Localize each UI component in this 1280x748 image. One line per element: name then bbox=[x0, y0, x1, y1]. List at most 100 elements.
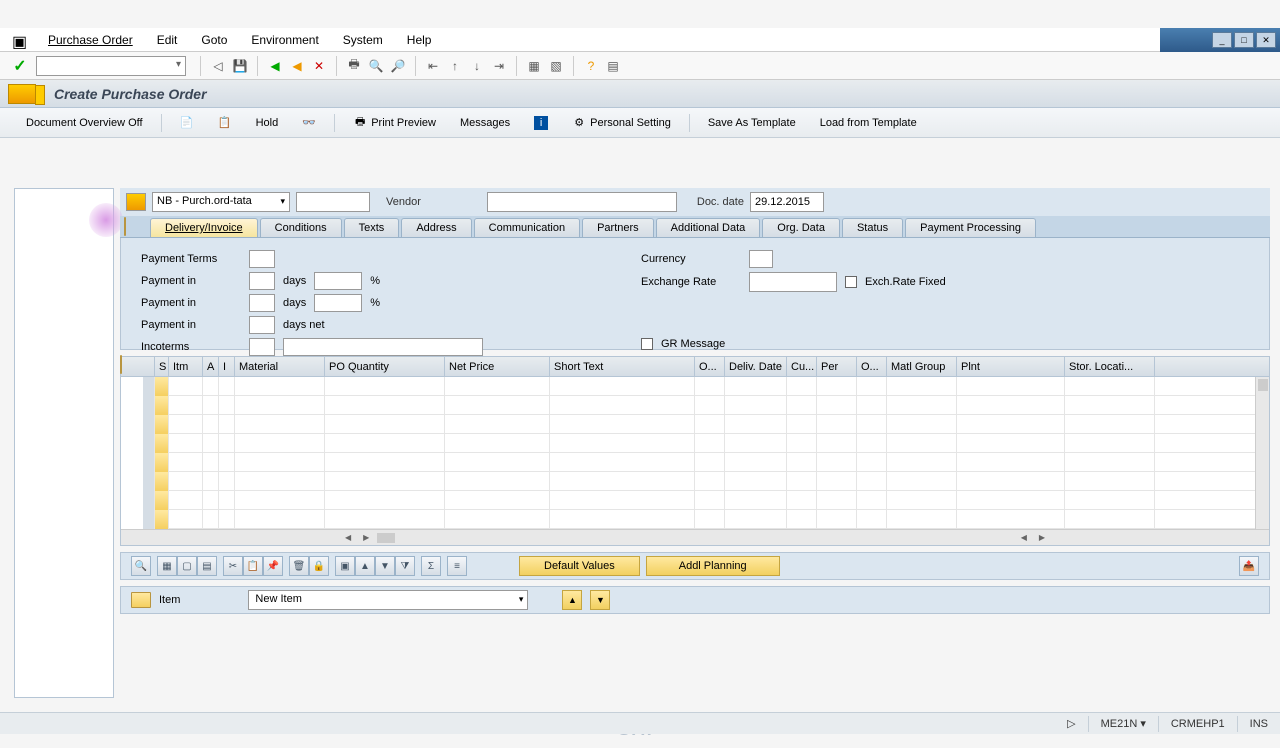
tab-org-data[interactable]: Org. Data bbox=[762, 218, 840, 237]
tab-partners[interactable]: Partners bbox=[582, 218, 654, 237]
table-row[interactable] bbox=[143, 472, 1269, 491]
menu-goto[interactable]: Goto bbox=[191, 31, 237, 49]
col-header[interactable]: Material bbox=[235, 357, 325, 377]
print-icon[interactable]: 🖶 bbox=[345, 57, 363, 75]
col-header[interactable]: O... bbox=[857, 357, 887, 377]
find-next-icon[interactable]: 🔎 bbox=[389, 57, 407, 75]
payment-in3-days-input[interactable] bbox=[249, 316, 275, 334]
maximize-button[interactable]: □ bbox=[1234, 32, 1254, 48]
detail-icon[interactable]: 🔍 bbox=[131, 556, 151, 576]
hscroll-right2-icon[interactable]: ▶ bbox=[1035, 533, 1049, 542]
tab-texts[interactable]: Texts bbox=[344, 218, 400, 237]
collapse-header-icon[interactable] bbox=[124, 217, 126, 236]
tab-address[interactable]: Address bbox=[401, 218, 471, 237]
col-header[interactable]: Stor. Locati... bbox=[1065, 357, 1155, 377]
addl-planning-button[interactable]: Addl Planning bbox=[646, 556, 780, 576]
table-row[interactable] bbox=[143, 415, 1269, 434]
lock-icon[interactable]: 🔒 bbox=[309, 556, 329, 576]
shortcut-icon[interactable]: ▧ bbox=[547, 57, 565, 75]
col-header[interactable]: Cu... bbox=[787, 357, 817, 377]
item-combo[interactable]: New Item bbox=[248, 590, 528, 610]
item-prev-button[interactable]: ▲ bbox=[562, 590, 582, 610]
nav-exit-icon[interactable]: ◀ bbox=[288, 57, 306, 75]
vendor-input[interactable] bbox=[487, 192, 677, 212]
hscroll-left2-icon[interactable]: ◀ bbox=[1017, 533, 1031, 542]
col-header[interactable]: A bbox=[203, 357, 219, 377]
last-page-icon[interactable]: ⇥ bbox=[490, 57, 508, 75]
collapse-items-icon[interactable] bbox=[120, 355, 122, 374]
find-icon[interactable]: 🔍 bbox=[367, 57, 385, 75]
default-values-button[interactable]: Default Values bbox=[519, 556, 640, 576]
sort-desc-icon[interactable]: ▼ bbox=[375, 556, 395, 576]
document-overview-button[interactable]: Document Overview Off bbox=[20, 114, 149, 132]
payment-terms-input[interactable] bbox=[249, 250, 275, 268]
tab-communication[interactable]: Communication bbox=[474, 218, 580, 237]
command-field[interactable] bbox=[36, 56, 186, 76]
col-header[interactable]: Plnt bbox=[957, 357, 1065, 377]
col-header[interactable]: O... bbox=[695, 357, 725, 377]
grid-hscroll[interactable]: ◀ ▶ ◀ ▶ bbox=[121, 529, 1269, 545]
col-header[interactable]: Itm bbox=[169, 357, 203, 377]
menu-system[interactable]: System bbox=[333, 31, 393, 49]
col-header[interactable]: Net Price bbox=[445, 357, 550, 377]
col-header[interactable]: Short Text bbox=[550, 357, 695, 377]
minimize-button[interactable]: _ bbox=[1212, 32, 1232, 48]
gr-message-checkbox[interactable] bbox=[641, 338, 653, 350]
next-page-icon[interactable]: ↓ bbox=[468, 57, 486, 75]
tab-status[interactable]: Status bbox=[842, 218, 903, 237]
check-icon[interactable]: 👓 bbox=[296, 113, 322, 133]
hold-button[interactable]: Hold bbox=[250, 114, 285, 132]
sum-icon[interactable]: Σ bbox=[421, 556, 441, 576]
table-row[interactable] bbox=[143, 396, 1269, 415]
menu-edit[interactable]: Edit bbox=[147, 31, 188, 49]
incoterms-code-input[interactable] bbox=[249, 338, 275, 356]
incoterms-text-input[interactable] bbox=[283, 338, 483, 356]
grid-vscroll[interactable] bbox=[1255, 377, 1269, 529]
deselect-icon[interactable]: ▢ bbox=[177, 556, 197, 576]
hscroll-right-icon[interactable]: ▶ bbox=[359, 533, 373, 542]
doc-type-combo[interactable]: NB - Purch.ord-tata bbox=[152, 192, 290, 212]
nav-cancel-icon[interactable]: ✕ bbox=[310, 57, 328, 75]
item-next-button[interactable]: ▼ bbox=[590, 590, 610, 610]
status-tcode[interactable]: ME21N ▾ bbox=[1101, 717, 1146, 730]
doc-date-input[interactable] bbox=[750, 192, 824, 212]
nav-back-icon[interactable]: ◀ bbox=[266, 57, 284, 75]
tab-payment-processing[interactable]: Payment Processing bbox=[905, 218, 1036, 237]
list-icon[interactable]: ≡ bbox=[447, 556, 467, 576]
back-icon[interactable]: ◁ bbox=[209, 57, 227, 75]
paste-icon[interactable]: 📌 bbox=[263, 556, 283, 576]
collapse-item-detail-icon[interactable] bbox=[131, 592, 151, 608]
ok-icon[interactable]: ✓ bbox=[12, 58, 28, 74]
exch-rate-fixed-checkbox[interactable] bbox=[845, 276, 857, 288]
payment-in2-pct-input[interactable] bbox=[314, 294, 362, 312]
help-icon[interactable]: ? bbox=[582, 57, 600, 75]
first-page-icon[interactable]: ⇤ bbox=[424, 57, 442, 75]
col-header[interactable]: I bbox=[219, 357, 235, 377]
select-all-icon[interactable]: ▦ bbox=[157, 556, 177, 576]
table-row[interactable] bbox=[143, 510, 1269, 529]
col-header[interactable]: S bbox=[155, 357, 169, 377]
payment-in1-days-input[interactable] bbox=[249, 272, 275, 290]
cut-icon[interactable]: ✂ bbox=[223, 556, 243, 576]
col-header[interactable]: Matl Group bbox=[887, 357, 957, 377]
load-template-button[interactable]: Load from Template bbox=[814, 114, 923, 132]
menu-purchase-order[interactable]: Purchase Order bbox=[38, 31, 143, 49]
new-session-icon[interactable]: ▦ bbox=[525, 57, 543, 75]
copy-icon[interactable]: 📋 bbox=[243, 556, 263, 576]
col-header[interactable]: Deliv. Date bbox=[725, 357, 787, 377]
prev-page-icon[interactable]: ↑ bbox=[446, 57, 464, 75]
personal-setting-button[interactable]: ⚙Personal Setting bbox=[566, 113, 677, 133]
other-po-icon[interactable]: 📋 bbox=[212, 113, 238, 133]
insert-icon[interactable]: ▣ bbox=[335, 556, 355, 576]
menu-help[interactable]: Help bbox=[397, 31, 442, 49]
tab-delivery-invoice[interactable]: Delivery/Invoice bbox=[150, 218, 258, 237]
currency-input[interactable] bbox=[749, 250, 773, 268]
tab-additional-data[interactable]: Additional Data bbox=[656, 218, 761, 237]
save-template-button[interactable]: Save As Template bbox=[702, 114, 802, 132]
menu-environment[interactable]: Environment bbox=[241, 31, 328, 49]
filter-icon[interactable]: ⧩ bbox=[395, 556, 415, 576]
create-icon[interactable]: 📄 bbox=[174, 113, 200, 133]
hscroll-left-icon[interactable]: ◀ bbox=[341, 533, 355, 542]
col-header[interactable]: Per bbox=[817, 357, 857, 377]
delete-icon[interactable]: 🗑 bbox=[289, 556, 309, 576]
